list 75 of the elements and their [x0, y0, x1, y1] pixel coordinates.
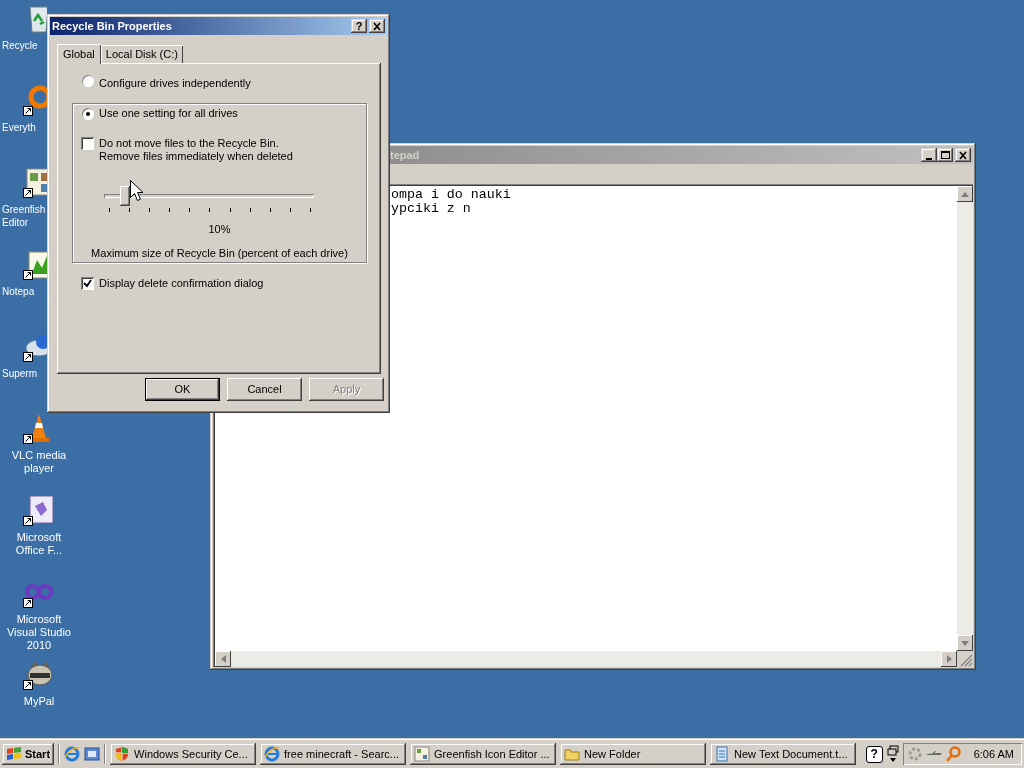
tick-mark [169, 207, 171, 212]
window-switch-icon[interactable] [886, 745, 899, 763]
taskbar-button[interactable]: New Folder [560, 743, 707, 765]
icon-label: Recycle [2, 39, 39, 52]
down-arrow-icon[interactable] [961, 640, 969, 646]
document-icon[interactable] [23, 494, 55, 526]
picture-grid-icon [414, 746, 431, 762]
help-icon[interactable]: ? [865, 745, 883, 763]
tick-mark [309, 207, 311, 212]
checkbox-label: Display delete confirmation dialog [99, 276, 264, 290]
radio-button[interactable] [82, 75, 94, 87]
icon-label: Everyth [2, 121, 37, 134]
picture-grid-icon[interactable] [23, 166, 47, 198]
icon-label: MyPal [22, 695, 56, 708]
tick-mark [129, 207, 131, 212]
maximize-icon [939, 149, 951, 161]
text-line: ompa i do nauki [391, 188, 512, 202]
globe-icon [264, 746, 281, 762]
slider-thumb[interactable] [120, 185, 130, 206]
taskbar-button[interactable]: free minecraft - Searc... [260, 743, 407, 765]
mouse-pointer-icon [130, 180, 143, 201]
up-arrow-icon[interactable] [961, 191, 969, 197]
tick-mark [189, 207, 191, 212]
tick-mark [269, 207, 271, 212]
close-button[interactable] [369, 19, 385, 33]
left-arrow-icon[interactable] [220, 655, 226, 663]
checkbox[interactable] [81, 136, 94, 150]
icon-label: VLC media player [10, 449, 68, 475]
text-line: ypciki z n [391, 202, 472, 216]
flag-icon [6, 747, 22, 761]
checkmark-icon [83, 278, 92, 288]
tab[interactable]: Local Disk (C:) [100, 45, 183, 63]
tick-mark [209, 207, 211, 212]
maximize-button[interactable] [937, 148, 953, 162]
cancel-button[interactable]: Cancel [227, 378, 302, 401]
tick-mark [289, 207, 291, 212]
ring-icon[interactable] [23, 84, 47, 116]
vertical-scrollbar[interactable] [957, 186, 973, 651]
tick-mark [109, 207, 110, 212]
close-icon [957, 149, 969, 161]
checkbox[interactable] [81, 276, 94, 290]
slider-value: 10% [208, 222, 231, 235]
radio-label: Configure drives independently [99, 76, 251, 91]
minimize-icon [926, 157, 932, 160]
tab[interactable]: Global [57, 44, 101, 64]
right-arrow-icon[interactable] [946, 655, 952, 663]
tick-mark [149, 207, 151, 212]
close-button[interactable] [955, 148, 971, 162]
shield-icon [114, 746, 131, 762]
ok-button[interactable]: OK [145, 378, 220, 401]
notepad-icon [714, 746, 731, 762]
window-icon[interactable] [84, 746, 101, 762]
minimize-button[interactable] [921, 148, 937, 162]
icon-label: Microsoft Office F... [14, 531, 64, 557]
folder-icon [564, 746, 581, 762]
icon-label: Microsoft Visual Studio 2010 [6, 613, 72, 652]
help-button[interactable]: ? [351, 19, 367, 33]
clock: 6:06 AM [973, 746, 1014, 762]
tick-mark [229, 207, 231, 212]
tick-mark [249, 207, 251, 212]
taskbar-button[interactable]: Greenfish Icon Editor ... [410, 743, 557, 765]
dialog-title: Recycle Bin Properties [52, 18, 173, 34]
radio-button[interactable] [82, 107, 94, 120]
icon-label: Notepa [2, 285, 36, 298]
horizontal-scrollbar[interactable] [215, 651, 957, 667]
icon-label: Greenfish Editor [2, 203, 46, 229]
taskbar-button[interactable]: Windows Security Ce... [110, 743, 257, 765]
radio-label: Use one setting for all drives [99, 106, 238, 122]
close-icon [371, 20, 383, 32]
slider-caption: Maximum size of Recycle Bin (percent of each drive) [91, 247, 348, 260]
start-button[interactable]: Start [2, 743, 55, 765]
window-title: tepad [390, 147, 420, 163]
taskbar-button[interactable]: New Text Document.t... [710, 743, 857, 765]
icon-label: Superm [2, 367, 38, 380]
checkbox-label: Do not move files to the Recycle Bin. Remove files immediately when deleted [99, 136, 293, 163]
